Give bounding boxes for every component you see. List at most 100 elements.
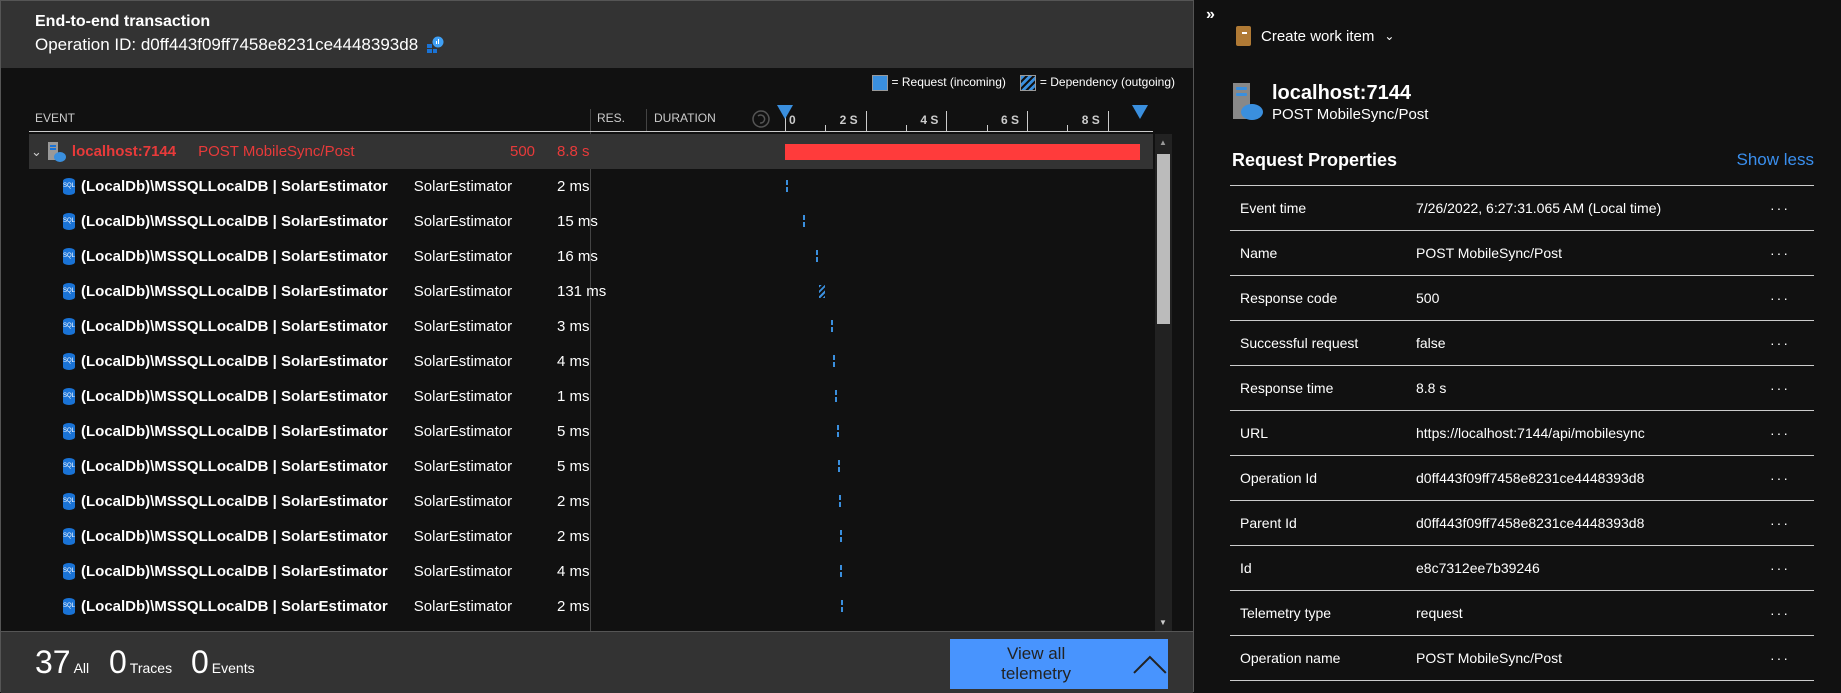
dependency-target: SolarEstimator [413, 493, 513, 510]
dependency-timeline-bar[interactable] [819, 285, 825, 298]
dependency-row[interactable]: SQL (LocalDb)\MSSQLLocalDB | SolarEstimat… [29, 274, 1153, 309]
dependency-timeline-bar[interactable] [815, 250, 818, 263]
dependency-timeline-bar[interactable] [839, 495, 842, 508]
more-options-icon[interactable]: ··· [1770, 560, 1790, 576]
count-all[interactable]: 37 All [35, 644, 89, 681]
transaction-panel: End-to-end transaction Operation ID: d0f… [0, 0, 1194, 693]
root-operation: POST MobileSync/Post [198, 143, 355, 160]
collapse-panel-button[interactable]: » [1206, 6, 1215, 24]
property-value: POST MobileSync/Post [1416, 245, 1563, 261]
create-work-item-button[interactable]: Create work item ⌄ [1236, 26, 1394, 46]
dependency-row[interactable]: SQL (LocalDb)\MSSQLLocalDB | SolarEstimat… [29, 239, 1153, 274]
range-start-handle[interactable] [777, 105, 793, 119]
dependency-row[interactable]: SQL (LocalDb)\MSSQLLocalDB | SolarEstimat… [29, 309, 1153, 344]
dependency-name: (LocalDb)\MSSQLLocalDB | SolarEstimator [81, 318, 388, 335]
dependency-row[interactable]: SQL (LocalDb)\MSSQLLocalDB | SolarEstimat… [29, 484, 1153, 519]
axis-tick-label: 6 S [1001, 113, 1020, 127]
dependency-timeline-bar[interactable] [839, 530, 842, 543]
dependency-row[interactable]: SQL (LocalDb)\MSSQLLocalDB | SolarEstimat… [29, 204, 1153, 239]
property-key: Event time [1240, 200, 1307, 216]
dependency-timeline-bar[interactable] [835, 390, 838, 403]
axis-tick-label: 4 S [920, 113, 939, 127]
dependency-row[interactable]: SQL (LocalDb)\MSSQLLocalDB | SolarEstimat… [29, 554, 1153, 589]
root-request-row[interactable]: ⌄ localhost:7144 POST MobileSync/Post 50… [29, 134, 1153, 169]
axis-tick-label: 2 S [839, 113, 858, 127]
dependency-target: SolarEstimator [413, 528, 513, 545]
page-title: End-to-end transaction [35, 13, 211, 30]
property-value: https://localhost:7144/api/mobilesync [1416, 425, 1645, 441]
app-insights-icon[interactable] [426, 36, 444, 54]
dependency-timeline-bar[interactable] [837, 460, 840, 473]
property-key: Response time [1240, 380, 1334, 396]
property-value: 7/26/2022, 6:27:31.065 AM (Local time) [1416, 200, 1662, 216]
dependency-target: SolarEstimator [413, 458, 513, 475]
property-value: e8c7312ee7b39246 [1416, 560, 1540, 576]
show-less-link[interactable]: Show less [1737, 150, 1814, 170]
sql-database-icon: SQL [63, 563, 75, 580]
property-key: Response code [1240, 290, 1338, 306]
more-options-icon[interactable]: ··· [1770, 650, 1790, 666]
legend: = Request (incoming) = Dependency (outgo… [871, 75, 1175, 91]
dependency-row[interactable]: SQL (LocalDb)\MSSQLLocalDB | SolarEstimat… [29, 519, 1153, 554]
chevron-down-icon[interactable]: ⌄ [31, 144, 42, 160]
dependency-duration: 16 ms [557, 248, 598, 265]
dependency-name: (LocalDb)\MSSQLLocalDB | SolarEstimator [81, 283, 388, 300]
more-options-icon[interactable]: ··· [1770, 245, 1790, 261]
scroll-down-icon[interactable]: ▼ [1159, 618, 1167, 627]
sql-database-icon: SQL [63, 458, 75, 475]
column-divider [646, 109, 647, 131]
dependency-target: SolarEstimator [413, 598, 513, 615]
scroll-up-icon[interactable]: ▲ [1159, 138, 1167, 147]
column-event[interactable]: EVENT [35, 111, 75, 125]
property-key: Id [1240, 560, 1252, 576]
property-key: URL [1240, 425, 1269, 441]
dependency-row[interactable]: SQL (LocalDb)\MSSQLLocalDB | SolarEstimat… [29, 414, 1153, 449]
dependency-timeline-bar[interactable] [833, 355, 836, 368]
dependency-name: (LocalDb)\MSSQLLocalDB | SolarEstimator [81, 353, 388, 370]
more-options-icon[interactable]: ··· [1770, 470, 1790, 486]
column-res[interactable]: RES. [597, 111, 625, 125]
dependency-timeline-bar[interactable] [841, 600, 844, 613]
dependency-timeline-bar[interactable] [830, 320, 833, 333]
more-options-icon[interactable]: ··· [1770, 605, 1790, 621]
dependency-timeline-bar[interactable] [840, 565, 843, 578]
dependency-row[interactable]: SQL (LocalDb)\MSSQLLocalDB | SolarEstimat… [29, 589, 1153, 624]
chevron-up-icon [1133, 655, 1167, 674]
dependency-duration: 5 ms [557, 423, 590, 440]
reset-zoom-icon[interactable] [752, 110, 770, 128]
property-key: Operation name [1240, 650, 1341, 666]
footer: 37 All 0 Traces 0 Events View all telemetry [1, 631, 1193, 693]
notebook-icon [1236, 26, 1251, 46]
dependency-target: SolarEstimator [413, 423, 513, 440]
dependency-target: SolarEstimator [413, 178, 513, 195]
dependency-row[interactable]: SQL (LocalDb)\MSSQLLocalDB | SolarEstimat… [29, 449, 1153, 484]
root-timeline-bar[interactable] [785, 143, 1140, 160]
view-all-telemetry-button[interactable]: View all telemetry [950, 639, 1168, 689]
count-traces[interactable]: 0 Traces [109, 644, 172, 681]
more-options-icon[interactable]: ··· [1770, 515, 1790, 531]
more-options-icon[interactable]: ··· [1770, 380, 1790, 396]
scrollbar[interactable]: ▲ ▼ [1155, 134, 1172, 631]
more-options-icon[interactable]: ··· [1770, 290, 1790, 306]
dependency-target: SolarEstimator [413, 248, 513, 265]
more-options-icon[interactable]: ··· [1770, 425, 1790, 441]
dependency-row[interactable]: SQL (LocalDb)\MSSQLLocalDB | SolarEstimat… [29, 344, 1153, 379]
property-value: request [1416, 605, 1463, 621]
dependency-duration: 4 ms [557, 563, 590, 580]
dependency-timeline-bar[interactable] [836, 425, 839, 438]
more-options-icon[interactable]: ··· [1770, 200, 1790, 216]
transaction-header: End-to-end transaction Operation ID: d0f… [1, 1, 1193, 68]
range-end-handle[interactable] [1132, 105, 1148, 119]
dependency-row[interactable]: SQL (LocalDb)\MSSQLLocalDB | SolarEstimat… [29, 169, 1153, 204]
dependency-timeline-bar[interactable] [786, 180, 789, 193]
column-duration[interactable]: DURATION [654, 111, 716, 125]
property-row: Response code 500 ··· [1230, 275, 1814, 320]
more-options-icon[interactable]: ··· [1770, 335, 1790, 351]
dependency-name: (LocalDb)\MSSQLLocalDB | SolarEstimator [81, 178, 388, 195]
count-events[interactable]: 0 Events [191, 644, 255, 681]
scroll-thumb[interactable] [1157, 154, 1170, 324]
dependency-duration: 2 ms [557, 598, 590, 615]
property-row: Response time 8.8 s ··· [1230, 365, 1814, 410]
dependency-row[interactable]: SQL (LocalDb)\MSSQLLocalDB | SolarEstimat… [29, 379, 1153, 414]
dependency-timeline-bar[interactable] [802, 215, 805, 228]
